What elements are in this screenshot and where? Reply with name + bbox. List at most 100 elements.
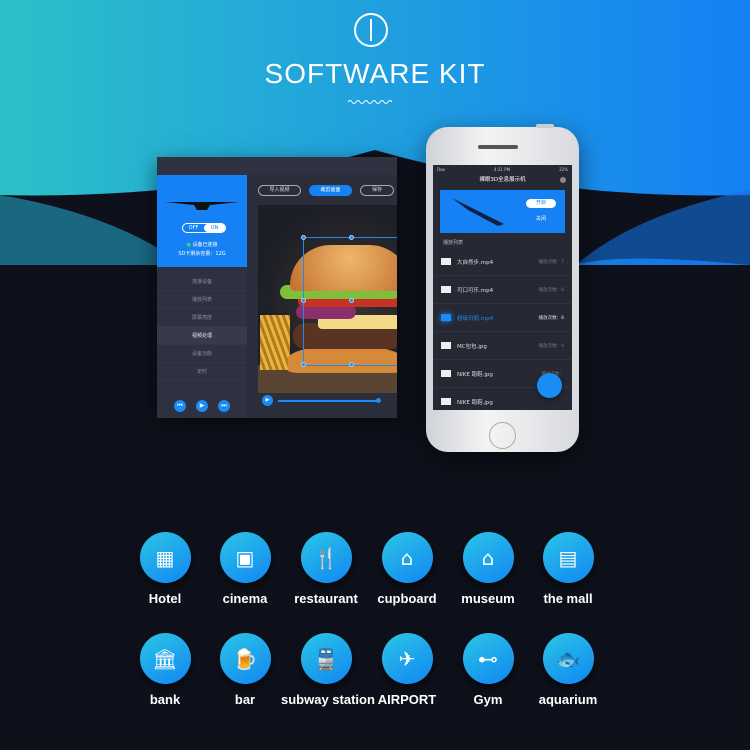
device-panel: OFF ON ● 设备已连接 SD卡剩余容量：12G: [157, 175, 247, 267]
title-bar: [157, 157, 397, 175]
venue-label: bar: [234, 692, 256, 707]
crop-selection[interactable]: [301, 235, 397, 367]
venue-label: the mall: [543, 591, 593, 606]
venue-item: 🍴 restaurant: [281, 532, 371, 606]
mall-icon: ▤: [542, 532, 594, 583]
video-icon: [441, 314, 451, 321]
venue-label: restaurant: [294, 591, 358, 606]
smartphone: Dao 4:21 PM 22% 裸眼3D全息展示机 开启 关闭 播放列表 大自然步.…: [426, 124, 579, 452]
venue-item: 🚆 subway station: [281, 633, 375, 707]
venue-label: aquarium: [538, 692, 598, 707]
timeline-play-button[interactable]: ▶: [262, 395, 273, 406]
image-icon: [441, 370, 451, 377]
fish-icon: 🐟: [542, 633, 594, 684]
item-name: MC包包.jpg: [457, 343, 487, 350]
item-name: 大自然步.mp4: [457, 259, 494, 266]
connection-status: ● 设备已连接: [157, 241, 247, 248]
menu-item[interactable]: 屏幕亮度: [157, 309, 247, 327]
playlist-item[interactable]: 大自然步.mp4 播放次数：7: [433, 248, 572, 276]
cinema-icon: ▣: [219, 532, 271, 583]
venue-label: museum: [461, 591, 515, 606]
dumbbell-icon: ⊷: [462, 633, 514, 684]
menu-item-active[interactable]: 视频处理: [157, 327, 247, 345]
item-count: 播放次数：8: [538, 315, 564, 321]
upload-fab-button[interactable]: [537, 373, 562, 398]
settings-icon[interactable]: [560, 177, 566, 183]
venue-label: cinema: [222, 591, 268, 606]
power-button: [536, 124, 554, 128]
device-card: 开启 关闭: [440, 190, 565, 233]
venue-item: ▤ the mall: [523, 532, 613, 606]
restaurant-icon: 🍴: [300, 532, 352, 583]
status-text: 设备已连接: [192, 242, 218, 248]
home-button: [489, 422, 516, 449]
venue-item: 🐟 aquarium: [523, 633, 613, 707]
item-count: 播放次数：7: [538, 259, 564, 265]
menu-item[interactable]: 定时: [157, 363, 247, 381]
venue-item: 🏛 bank: [120, 633, 210, 707]
hologram-fan-image: [165, 202, 239, 210]
check-icon: ●: [186, 242, 191, 248]
venue-label: subway station: [281, 692, 375, 707]
status-bar: Dao 4:21 PM 22%: [433, 165, 572, 174]
carrier: Dao: [437, 167, 445, 172]
burger-preview-image: [258, 205, 397, 393]
airport-icon: ✈: [381, 633, 433, 684]
menu-item[interactable]: 设备功能: [157, 345, 247, 363]
playlist-item-active[interactable]: 超级玛丽.mp4 播放次数：8: [433, 304, 572, 332]
venue-label: AIRPORT: [377, 692, 437, 707]
crop-button[interactable]: 裁剪画面: [309, 185, 352, 196]
venue-label: Hotel: [148, 591, 182, 606]
timeline[interactable]: ▶: [258, 394, 397, 408]
video-icon: [441, 258, 451, 265]
toggle-on: ON: [204, 224, 225, 232]
app-title: 裸眼3D全息展示机: [433, 174, 572, 186]
item-name: 超级玛丽.mp4: [457, 315, 494, 322]
toggle-off: OFF: [188, 225, 199, 231]
venue-label: Gym: [473, 692, 503, 707]
previous-button[interactable]: ⏮: [174, 400, 186, 412]
next-button[interactable]: ⏭: [218, 400, 230, 412]
wave-divider: [348, 100, 392, 104]
venue-label: bank: [149, 692, 181, 707]
speaker: [478, 145, 518, 149]
video-icon: [441, 286, 451, 293]
save-button[interactable]: 保存: [360, 185, 394, 196]
image-icon: [441, 398, 451, 405]
item-count: 播放次数：4: [538, 343, 564, 349]
storage-text: SD卡剩余容量：12G: [178, 251, 226, 257]
app-title-text: 裸眼3D全息展示机: [479, 177, 526, 183]
close-button[interactable]: 关闭: [526, 215, 556, 222]
image-icon: [441, 342, 451, 349]
beer-icon: 🍺: [219, 633, 271, 684]
museum-icon: ⌂: [462, 532, 514, 583]
item-name: 可口可乐.mp4: [457, 287, 494, 294]
venue-item: ⌂ cupboard: [362, 532, 452, 606]
playlist-item[interactable]: 可口可乐.mp4 播放次数：8: [433, 276, 572, 304]
venue-item: ▣ cinema: [200, 532, 290, 606]
bank-icon: 🏛: [139, 633, 191, 684]
item-count: 播放次数：8: [538, 287, 564, 293]
menu-item[interactable]: 连接设备: [157, 273, 247, 291]
power-toggle[interactable]: OFF ON: [182, 223, 226, 233]
venue-item: ✈ AIRPORT: [362, 633, 452, 707]
time: 4:21 PM: [493, 167, 511, 172]
playlist-item[interactable]: MC包包.jpg 播放次数：4: [433, 332, 572, 360]
play-button[interactable]: ▶: [196, 400, 208, 412]
playlist-title: 播放列表: [443, 240, 464, 246]
open-button[interactable]: 开启: [526, 199, 556, 208]
venue-label: cupboard: [377, 591, 437, 606]
hologram-fan-icon: [354, 13, 388, 47]
hologram-fan-image: [452, 198, 504, 226]
venue-item: ▦ Hotel: [120, 532, 210, 606]
sidebar: OFF ON ● 设备已连接 SD卡剩余容量：12G 连接设备 播放列表 屏幕亮度…: [157, 175, 247, 418]
page-title: SOFTWARE KIT: [264, 58, 486, 89]
store-icon: ⌂: [381, 532, 433, 583]
phone-screen: Dao 4:21 PM 22% 裸眼3D全息展示机 开启 关闭 播放列表 大自然步.…: [433, 165, 572, 410]
import-video-button[interactable]: 导入视频: [258, 185, 301, 196]
timeline-progress: [278, 400, 378, 402]
item-name: NIKE 跑鞋.jpg: [457, 399, 493, 406]
venue-item: 🍺 bar: [200, 633, 290, 707]
menu-item[interactable]: 播放列表: [157, 291, 247, 309]
timeline-handle[interactable]: [376, 398, 381, 403]
